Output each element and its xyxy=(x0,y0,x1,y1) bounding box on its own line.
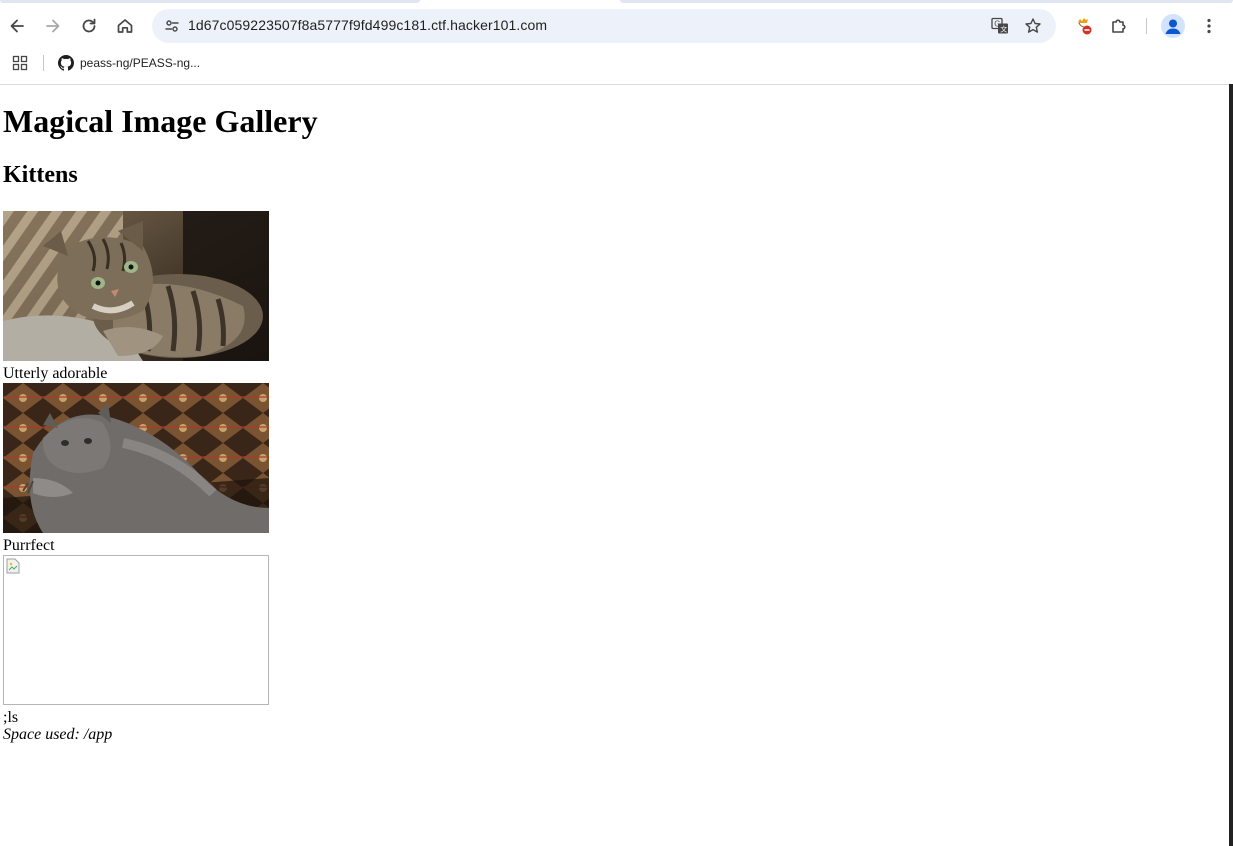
tab-strip-segment xyxy=(0,0,420,3)
bookmark-star-button[interactable] xyxy=(1021,14,1045,38)
translate-button[interactable]: G文 xyxy=(988,14,1012,38)
browser-menu-button[interactable] xyxy=(1193,9,1225,43)
address-bar[interactable]: 1d67c059223507f8a5777f9fd499c181.ctf.hac… xyxy=(152,9,1056,43)
reload-icon xyxy=(82,18,96,33)
reload-button[interactable] xyxy=(73,9,105,43)
tabby-kitten-photo xyxy=(3,211,269,361)
space-used-footer: Space used: /app xyxy=(3,726,113,743)
extensions-puzzle-icon xyxy=(1112,19,1126,33)
extension-blocked-button[interactable] xyxy=(1067,9,1099,43)
broken-image xyxy=(3,555,269,705)
back-icon xyxy=(10,19,24,33)
section-heading: Kittens xyxy=(3,162,78,188)
tab-strip xyxy=(0,0,1233,3)
page-content: Magical Image Gallery Kittens Utterly ad… xyxy=(0,85,1229,846)
home-button[interactable] xyxy=(109,9,141,43)
bookmarks-bar: peass-ng/PEASS-ng... xyxy=(0,50,1233,76)
url-text[interactable]: 1d67c059223507f8a5777f9fd499c181.ctf.hac… xyxy=(188,17,547,33)
broken-image-icon xyxy=(6,558,20,574)
image-caption-1: Utterly adorable xyxy=(3,365,108,382)
apps-grid-icon[interactable] xyxy=(12,55,28,71)
bookmark-label: peass-ng/PEASS-ng... xyxy=(80,56,201,70)
kitten-image-1 xyxy=(3,211,269,361)
gray-kitten-photo xyxy=(3,383,269,533)
back-button[interactable] xyxy=(1,9,33,43)
page-title: Magical Image Gallery xyxy=(3,103,318,139)
bookmark-peass-ng[interactable]: peass-ng/PEASS-ng... xyxy=(58,52,200,74)
image-caption-3: ;ls xyxy=(3,709,19,726)
browser-chrome: 1d67c059223507f8a5777f9fd499c181.ctf.hac… xyxy=(0,0,1233,85)
github-icon xyxy=(58,55,74,71)
extension-blocked-icon xyxy=(1078,18,1092,35)
toolbar: 1d67c059223507f8a5777f9fd499c181.ctf.hac… xyxy=(0,9,1233,43)
site-info-icon xyxy=(165,20,179,32)
kitten-image-2 xyxy=(3,383,269,533)
forward-button[interactable] xyxy=(37,9,69,43)
forward-icon xyxy=(46,19,60,33)
bookmarks-separator xyxy=(43,55,44,71)
profile-avatar-icon xyxy=(1165,19,1181,34)
bookmark-star-icon xyxy=(1025,18,1041,33)
window-edge xyxy=(1229,84,1233,846)
image-caption-2: Purrfect xyxy=(3,537,55,554)
toolbar-separator xyxy=(1146,18,1147,34)
extensions-button[interactable] xyxy=(1103,9,1135,43)
home-icon xyxy=(117,19,133,33)
tab-strip-segment xyxy=(620,0,1233,3)
profile-avatar-button[interactable] xyxy=(1161,14,1185,38)
menu-kebab-icon xyxy=(1207,18,1211,34)
translate-icon: G文 xyxy=(991,17,1008,34)
site-info-button[interactable] xyxy=(158,12,186,40)
svg-text:文: 文 xyxy=(1000,25,1007,34)
